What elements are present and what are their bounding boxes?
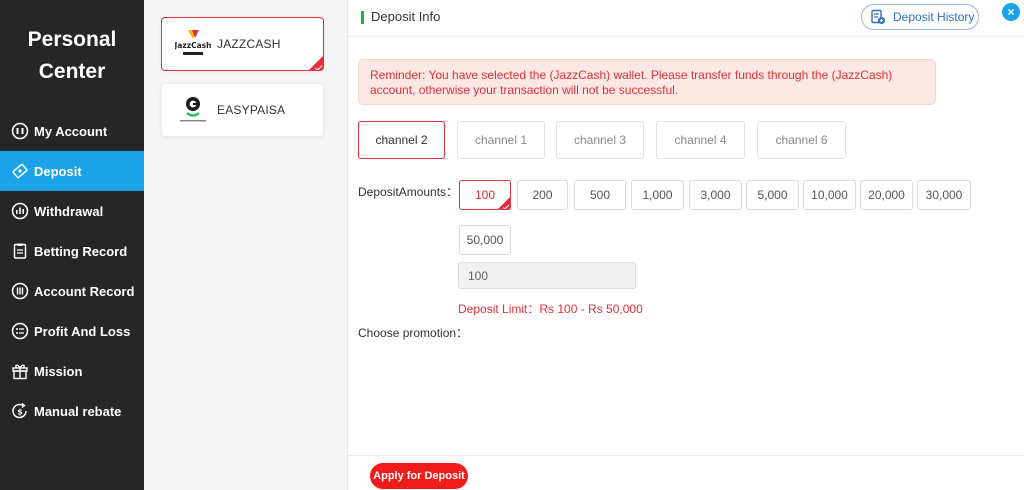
account-icon [11, 122, 29, 140]
channel-tab-3[interactable]: channel 3 [556, 121, 644, 159]
wallet-easypaisa[interactable]: EASYPAISA [161, 83, 324, 137]
channel-tab-6[interactable]: channel 6 [757, 121, 846, 159]
easypaisa-logo-icon [170, 90, 216, 130]
sidebar-item-label: Account Record [34, 283, 135, 299]
wallet-list: JazzCash JAZZCASH EASYPAISA [144, 0, 348, 490]
sidebar-nav: My Account Deposit Withdrawal Betting Re… [0, 111, 144, 431]
channel-tab-1[interactable]: channel 1 [457, 121, 545, 159]
deposit-footer: Apply for Deposit [348, 455, 1024, 490]
amount-option-200[interactable]: 200 [517, 180, 568, 210]
close-button[interactable]: × [1002, 3, 1020, 21]
apply-for-deposit-button[interactable]: Apply for Deposit [370, 463, 468, 489]
sidebar-item-account-record[interactable]: Account Record [0, 271, 144, 311]
sidebar-item-deposit[interactable]: Deposit [0, 151, 144, 191]
sidebar-item-label: Withdrawal [34, 203, 104, 219]
page-title: Deposit Info [371, 9, 441, 24]
history-document-icon [871, 9, 886, 25]
sidebar-item-withdrawal[interactable]: Withdrawal [0, 191, 144, 231]
betting-record-icon [11, 242, 29, 260]
deposit-header: Deposit Info Deposit History × [348, 0, 1024, 37]
sidebar-item-label: Profit And Loss [34, 323, 131, 339]
sidebar-item-betting-record[interactable]: Betting Record [0, 231, 144, 271]
deposit-icon [11, 162, 29, 180]
jazzcash-logo-text: JazzCash [175, 41, 211, 50]
amount-option-label: 100 [474, 188, 496, 202]
sidebar-item-profit-and-loss[interactable]: Profit And Loss [0, 311, 144, 351]
sidebar: Personal Center My Account Deposit Withd… [0, 0, 144, 490]
wallet-name-jazzcash: JAZZCASH [217, 37, 281, 51]
sidebar-item-label: Betting Record [34, 243, 128, 259]
account-record-icon [11, 282, 29, 300]
sidebar-title-line1: Personal [27, 28, 117, 51]
sidebar-title-line2: Center [38, 60, 106, 83]
sidebar-item-label: Manual rebate [34, 403, 122, 419]
sidebar-item-manual-rebate[interactable]: $ Manual rebate [0, 391, 144, 431]
deposit-history-label: Deposit History [893, 10, 975, 24]
gift-icon [11, 362, 29, 380]
sidebar-item-label: Mission [34, 363, 83, 379]
amount-option-10000[interactable]: 10,000 [803, 180, 856, 210]
amount-option-500[interactable]: 500 [574, 180, 626, 210]
header-accent-bar [361, 11, 364, 24]
jazzcash-logo-icon: JazzCash [170, 24, 216, 64]
channel-tab-4[interactable]: channel 4 [656, 121, 745, 159]
withdrawal-icon [11, 202, 29, 220]
amount-option-1000[interactable]: 1,000 [631, 180, 684, 210]
amount-option-5000[interactable]: 5,000 [746, 180, 799, 210]
sidebar-item-label: My Account [34, 123, 108, 139]
sidebar-item-mission[interactable]: Mission [0, 351, 144, 391]
amount-option-50000[interactable]: 50,000 [459, 225, 511, 255]
deposit-limit-text: Deposit Limit：Rs 100 - Rs 50,000 [458, 302, 643, 316]
choose-promotion-label: Choose promotion： [358, 326, 469, 340]
wallet-name-easypaisa: EASYPAISA [217, 103, 286, 117]
profit-loss-icon [11, 322, 29, 340]
wallet-jazzcash[interactable]: JazzCash JAZZCASH [161, 17, 324, 71]
amount-option-20000[interactable]: 20,000 [860, 180, 913, 210]
reminder-notice: Reminder: You have selected the (JazzCas… [358, 59, 936, 105]
sidebar-item-my-account[interactable]: My Account [0, 111, 144, 151]
deposit-history-button[interactable]: Deposit History [861, 4, 979, 30]
sidebar-item-label: Deposit [34, 163, 82, 179]
deposit-panel: Deposit Info Deposit History × Reminder:… [348, 0, 1024, 490]
sidebar-title: Personal Center [0, 24, 144, 88]
amount-option-3000[interactable]: 3,000 [689, 180, 742, 210]
channel-tab-2[interactable]: channel 2 [358, 121, 445, 159]
amount-option-100[interactable]: 100 [459, 180, 511, 210]
deposit-amount-input[interactable] [458, 262, 636, 289]
deposit-amounts-label: DepositAmounts： [358, 185, 459, 199]
svg-text:$: $ [17, 408, 23, 417]
amount-option-30000[interactable]: 30,000 [917, 180, 971, 210]
rebate-icon: $ [11, 402, 29, 420]
